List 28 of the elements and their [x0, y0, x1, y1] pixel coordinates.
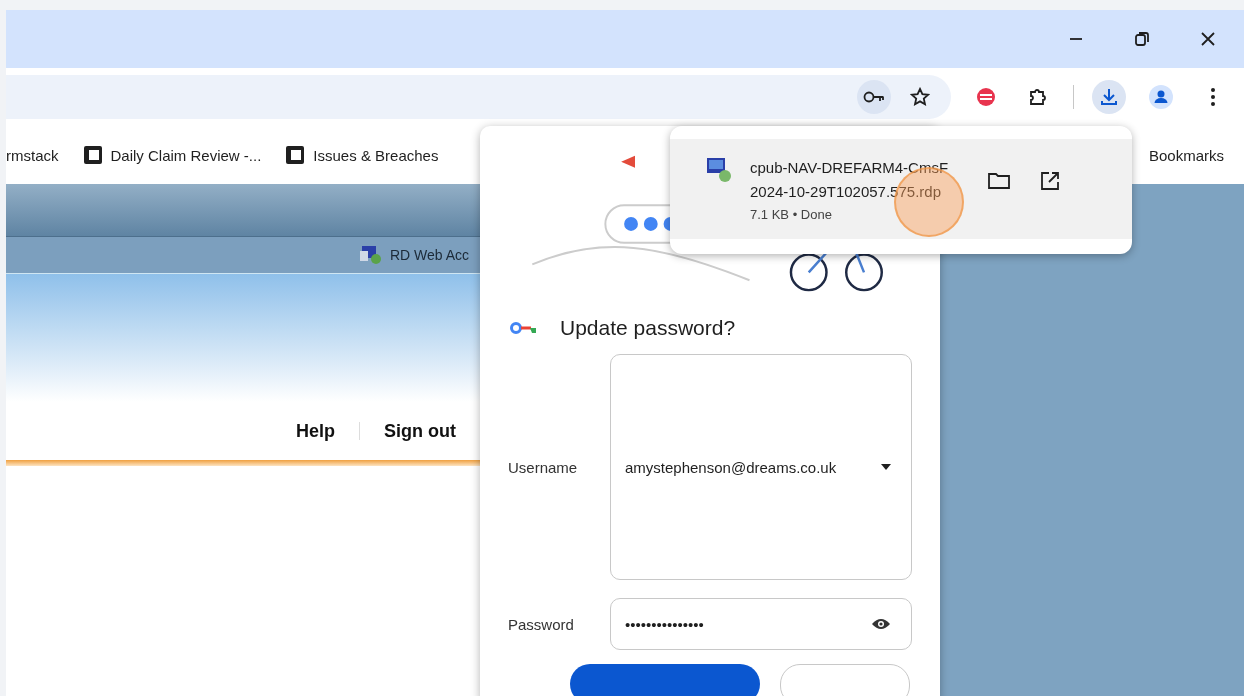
close-icon[interactable] [1201, 32, 1215, 46]
remote-desktop-icon [360, 245, 382, 265]
bookmark[interactable]: Issues & Breaches [285, 145, 439, 165]
all-bookmarks[interactable]: Bookmarks [1148, 146, 1224, 164]
update-button[interactable] [570, 664, 760, 696]
open-external-icon[interactable] [1040, 171, 1060, 191]
restore-icon[interactable] [1135, 32, 1149, 46]
folder-icon[interactable] [988, 171, 1010, 189]
key-icon[interactable] [857, 80, 891, 114]
eye-icon[interactable] [871, 617, 891, 631]
caret-icon [881, 464, 891, 470]
page-icon [82, 145, 103, 165]
bookmark[interactable]: rmstack [6, 146, 59, 164]
bookmark[interactable]: Daily Claim Review -... [82, 145, 262, 165]
dialog-title: Update password? [560, 316, 736, 340]
field-label: Password [508, 615, 575, 633]
download-icon[interactable] [1092, 80, 1126, 114]
help-link[interactable]: Help [296, 420, 335, 442]
page-icon [285, 145, 306, 165]
file-name: cpub-NAV-DREFARM4-CmsF [750, 158, 950, 178]
sign-out-link[interactable]: Sign out [384, 420, 456, 442]
password-field[interactable]: ••••••••••••••• [610, 598, 912, 650]
username-dropdown[interactable]: amystephenson@dreams.co.uk [610, 354, 912, 580]
download-status: 7.1 KB • Done [750, 207, 833, 222]
remote-desktop-icon [706, 157, 732, 183]
site-title: RD Web Acc [390, 247, 470, 263]
field-label: Username [508, 458, 579, 476]
key-icon [510, 321, 538, 335]
